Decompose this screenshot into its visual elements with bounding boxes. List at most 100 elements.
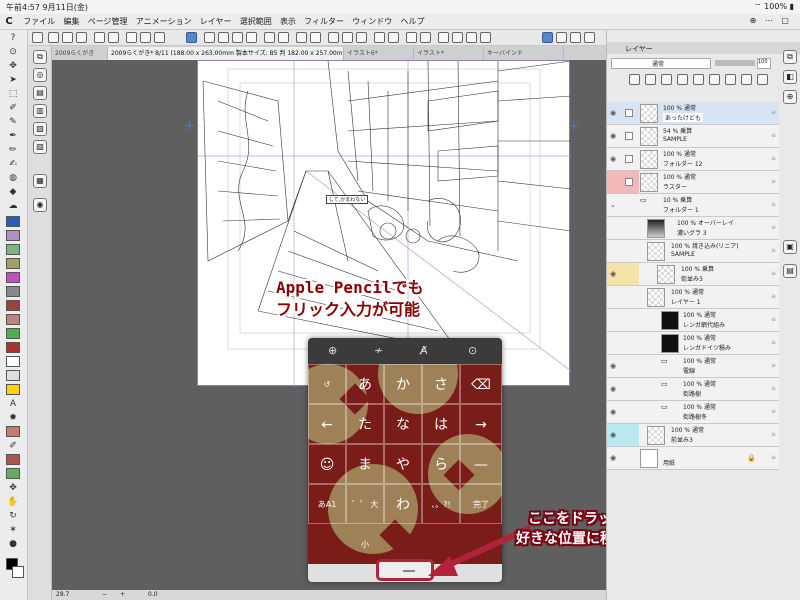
eye-icon[interactable]: ◉ <box>610 385 616 393</box>
frame-icon[interactable] <box>388 32 399 43</box>
app-logo-icon[interactable]: C <box>0 16 18 27</box>
drag-grip-icon[interactable]: ≡ <box>771 362 776 369</box>
airbrush-tool-icon[interactable]: ◍ <box>6 172 20 184</box>
drag-grip-icon[interactable]: ≡ <box>771 109 776 116</box>
layer-name[interactable]: 街路樹 <box>683 389 701 398</box>
key-ka[interactable]: か <box>384 364 422 404</box>
layer-name[interactable]: レンガ網代組み <box>683 320 725 329</box>
layer-name[interactable]: あったけども <box>663 113 704 122</box>
layer-name[interactable]: SAMPLE <box>663 136 687 143</box>
eye-icon[interactable]: ◉ <box>610 362 616 370</box>
layer-row[interactable]: 100 % 通常 レンガ網代組み ≡ <box>607 309 779 332</box>
key-punctuation[interactable]: 、。?! <box>422 484 460 524</box>
transform-icon[interactable] <box>154 32 165 43</box>
shrink-selection-icon[interactable] <box>246 32 257 43</box>
scale-icon[interactable] <box>278 32 289 43</box>
gray-swatch-icon[interactable] <box>6 370 20 381</box>
drag-grip-icon[interactable]: ≡ <box>771 385 776 392</box>
layer-name[interactable]: 濃いグラ 3 <box>677 228 707 237</box>
figure-icon[interactable]: ✶ <box>6 524 20 536</box>
yellow-swatch-icon[interactable] <box>6 384 20 395</box>
reference-icon[interactable] <box>420 32 431 43</box>
panel-d-icon[interactable]: ▨ <box>33 140 47 154</box>
eye-icon[interactable]: ◉ <box>610 155 616 163</box>
panel-b-icon[interactable]: ▥ <box>33 104 47 118</box>
history-panel-icon[interactable]: ▤ <box>783 264 797 278</box>
key-right[interactable]: → <box>460 404 502 444</box>
opacity-slider[interactable] <box>715 60 755 66</box>
correction-tool-icon[interactable] <box>6 328 20 339</box>
panel-c-icon[interactable]: ▧ <box>33 122 47 136</box>
mystery-icon[interactable]: ? <box>6 32 20 44</box>
key-left[interactable]: ← <box>308 404 346 444</box>
brush-tool-icon[interactable]: ✍ <box>6 158 20 170</box>
menu-file[interactable]: ファイル <box>20 14 58 27</box>
tab-document-5[interactable]: キーバインド <box>484 47 564 60</box>
save-icon[interactable] <box>76 32 87 43</box>
fill-icon[interactable] <box>140 32 151 43</box>
new-file-icon[interactable] <box>48 32 59 43</box>
layer-row[interactable]: ◉ 54 % 乗算 SAMPLE ≡ <box>607 125 779 148</box>
layer-row[interactable]: ◉ ▭ 100 % 通常 電線 ≡ <box>607 355 779 378</box>
window-controls[interactable]: ⊕ ⋯ ▢ <box>750 16 792 25</box>
key-sa[interactable]: さ <box>422 364 460 404</box>
expand-selection-icon[interactable] <box>232 32 243 43</box>
key-dakuten[interactable]: ゛゜ 大 小 <box>346 484 384 549</box>
menu-window[interactable]: ウィンドウ <box>349 14 395 27</box>
layer-row[interactable]: ◉ 用紙 🔒 ≡ <box>607 447 779 470</box>
deselect-icon[interactable] <box>204 32 215 43</box>
key-ra[interactable]: ら <box>422 444 460 484</box>
tab-document-2[interactable]: 2009らくがき* 8/11 (188.00 x 263.00mm 製本サイズ:… <box>108 47 344 60</box>
layer-row[interactable]: ◉ 100 % 通常 前並み3 ≡ <box>607 424 779 447</box>
redo-icon[interactable] <box>108 32 119 43</box>
lasso-tool-icon[interactable]: ✐ <box>6 102 20 114</box>
layer-row[interactable]: 100 % 通常 レンガドイツ積み ≡ <box>607 332 779 355</box>
hide-icon[interactable] <box>438 32 449 43</box>
move-tool-icon[interactable]: ✥ <box>6 60 20 72</box>
mask-icon[interactable] <box>709 74 720 85</box>
snap-grid-icon[interactable] <box>356 32 367 43</box>
eyedropper-tool-icon[interactable]: ✎ <box>6 116 20 128</box>
layer-row[interactable]: 100 % 通常 ラスター ≡ <box>607 171 779 194</box>
search-layer-icon[interactable]: ⊕ <box>783 90 797 104</box>
layer-icon[interactable]: ⧉ <box>33 50 47 64</box>
cursor-icon[interactable]: ≁ <box>374 344 383 357</box>
key-done[interactable]: 完了 <box>460 484 502 524</box>
layer-row[interactable]: 100 % 通常 レイヤー 1 ≡ <box>607 286 779 309</box>
drag-grip-icon[interactable]: ≡ <box>771 201 776 208</box>
eye-icon[interactable]: ◉ <box>610 270 616 278</box>
clip-icon[interactable] <box>629 74 640 85</box>
key-undo[interactable]: ↺ <box>308 364 346 404</box>
folder-chevron-icon[interactable]: ⌄ <box>610 201 616 209</box>
symmetry-icon[interactable] <box>556 32 567 43</box>
delete-layer-icon[interactable] <box>757 74 768 85</box>
crop-icon[interactable] <box>264 32 275 43</box>
text-box-tool-icon[interactable] <box>6 286 20 297</box>
white-swatch-icon[interactable] <box>6 356 20 367</box>
drag-grip-icon[interactable]: ≡ <box>771 155 776 162</box>
panel-a-icon[interactable]: ▤ <box>33 86 47 100</box>
layer-name[interactable]: 前並み3 <box>671 435 693 444</box>
ruler-layer-icon[interactable] <box>725 74 736 85</box>
menu-page[interactable]: ページ管理 <box>85 14 131 27</box>
no-handwriting-icon[interactable]: A̸ <box>420 344 428 357</box>
layer-name[interactable]: レンガドイツ積み <box>683 343 731 352</box>
perspective-ruler-icon[interactable] <box>542 32 553 43</box>
eye-icon[interactable]: ◉ <box>610 132 616 140</box>
operation-tool-icon[interactable]: ➤ <box>6 74 20 86</box>
rotate-tool-icon[interactable]: ↻ <box>6 510 20 522</box>
pen-tool-icon[interactable]: ✒ <box>6 130 20 142</box>
drag-grip-icon[interactable]: ≡ <box>771 270 776 277</box>
decoration-tool-icon[interactable] <box>6 342 20 353</box>
key-backspace[interactable]: ⌫ <box>460 364 502 404</box>
layer-name[interactable]: SAMPLE <box>671 251 695 258</box>
pencil-tool-icon[interactable]: ✏ <box>6 144 20 156</box>
perspective-handle-left[interactable]: + <box>184 118 196 134</box>
eye-icon[interactable]: ◉ <box>610 431 616 439</box>
key-wa[interactable]: わ <box>384 484 422 524</box>
layer-name[interactable]: ラスター <box>663 182 687 191</box>
drag-grip-icon[interactable]: ≡ <box>771 293 776 300</box>
drag-grip-icon[interactable]: ≡ <box>771 339 776 346</box>
layer-name[interactable]: 用紙 <box>663 458 675 467</box>
eye-icon[interactable]: ◉ <box>610 408 616 416</box>
